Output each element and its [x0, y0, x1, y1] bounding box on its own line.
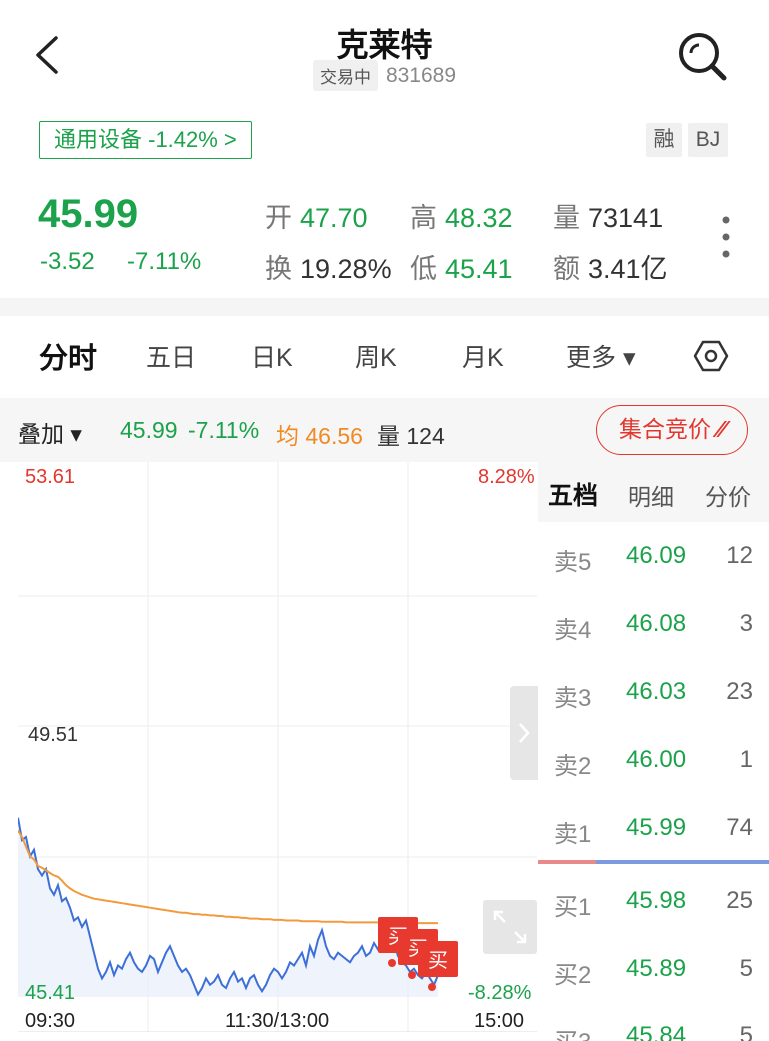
buy-marker-dot: [428, 983, 436, 991]
orderbook-divider-buy: [596, 860, 769, 864]
tab-more[interactable]: 更多 ▾: [566, 338, 636, 374]
chart-grid: [18, 462, 537, 1032]
stat-open: 开 47.70: [265, 203, 368, 233]
auction-arrow-icon: ⁄⁄: [717, 416, 726, 442]
section-separator: [0, 298, 769, 316]
y-tick-top: 53.61: [25, 466, 76, 488]
margin-tag: 融: [646, 123, 682, 157]
fullscreen-icon[interactable]: [483, 900, 537, 954]
info-avg: 均 46.56: [276, 423, 363, 449]
info-volume: 量 124: [377, 423, 445, 449]
buy-marker-dot: [388, 959, 396, 967]
exchange-tag: BJ: [688, 123, 728, 157]
orderbook-row[interactable]: 买1 45.98 25: [538, 881, 769, 921]
stat-low: 低 45.41: [410, 254, 513, 284]
more-vertical-icon[interactable]: [716, 214, 736, 260]
price-change-pct: -7.11%: [127, 248, 202, 275]
stat-turnover: 换 19.28%: [265, 254, 392, 284]
overlay-dropdown[interactable]: 叠加 ▾: [18, 415, 82, 449]
tab-rik[interactable]: 日K: [251, 338, 293, 374]
buy-marker-label: 买: [428, 950, 448, 972]
tab-wuri[interactable]: 五日: [146, 338, 196, 374]
info-price: 45.99: [120, 417, 178, 443]
orderbook-row[interactable]: 卖3 46.03 23: [538, 672, 769, 712]
trade-status-badge: 交易中: [312, 60, 378, 91]
orderbook-row[interactable]: 买2 45.89 5: [538, 949, 769, 989]
settings-hexagon-icon[interactable]: [693, 338, 729, 374]
orderbook-row[interactable]: 卖4 46.08 3: [538, 604, 769, 644]
search-icon[interactable]: [672, 28, 732, 84]
pct-tick-bottom: -8.28%: [468, 982, 532, 1004]
tab-fenjia[interactable]: 分价: [705, 478, 751, 512]
status-row: 交易中 831689: [0, 60, 769, 91]
orderbook-divider-sell: [538, 860, 596, 864]
x-tick-close: 15:00: [474, 1010, 525, 1032]
orderbook-row[interactable]: 卖5 46.09 12: [538, 536, 769, 576]
price-change: -3.52: [40, 248, 95, 275]
buy-marker-dot: [408, 971, 416, 979]
orderbook-row[interactable]: 卖1 45.99 74: [538, 808, 769, 848]
x-tick-mid: 11:30/13:00: [225, 1010, 330, 1032]
tab-mingxi[interactable]: 明细: [628, 478, 674, 512]
avg-line: [18, 829, 438, 925]
current-price: 45.99: [38, 192, 139, 236]
orderbook-row[interactable]: 卖2 46.00 1: [538, 740, 769, 780]
stock-code: 831689: [385, 63, 457, 87]
info-pct: -7.11%: [188, 417, 260, 443]
tab-zhouk[interactable]: 周K: [355, 338, 397, 374]
x-tick-open: 09:30: [25, 1010, 76, 1032]
stat-amount: 额 3.41亿: [553, 254, 668, 284]
tab-fenshi[interactable]: 分时: [39, 335, 97, 377]
auction-button[interactable]: 集合竞价 ⁄⁄: [596, 405, 748, 455]
orderbook-row[interactable]: 买345.845: [538, 1016, 769, 1041]
tab-yuek[interactable]: 月K: [462, 338, 504, 374]
expand-panel-icon[interactable]: [510, 686, 538, 780]
pct-tick-top: 8.28%: [478, 466, 535, 488]
sector-tag[interactable]: 通用设备 -1.42% >: [39, 121, 252, 159]
tab-wudang[interactable]: 五档: [548, 476, 598, 512]
stat-high: 高 48.32: [410, 203, 513, 233]
stat-volume: 量 73141: [553, 203, 664, 233]
price-area-fill: [18, 817, 438, 997]
y-tick-mid: 49.51: [28, 724, 79, 746]
intraday-chart[interactable]: 买买买: [18, 462, 537, 1032]
y-tick-bottom: 45.41: [25, 982, 76, 1004]
